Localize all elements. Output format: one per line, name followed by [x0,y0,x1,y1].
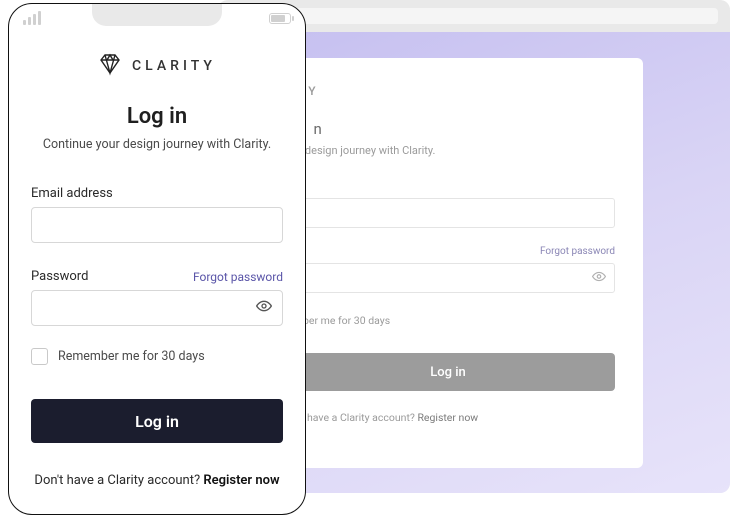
login-card: RITY Log in your design journey with Cla… [253,58,643,468]
login-button[interactable]: Log in [281,353,615,391]
battery-icon [269,13,291,24]
register-prompt: Don't have a Clarity account? [34,473,203,488]
eye-icon[interactable] [592,269,606,288]
email-label: ress [281,179,615,192]
password-label: Password [31,269,88,284]
register-link[interactable]: Register now [417,411,478,424]
password-label-row: Forgot password [281,246,615,257]
register-row: Don't have a Clarity account? Register n… [281,411,615,424]
email-input[interactable] [31,207,283,243]
address-bar[interactable] [283,8,718,24]
remember-label: Remember me for 30 days [58,349,205,364]
eye-icon[interactable] [256,298,272,318]
login-button[interactable]: Log in [31,399,283,443]
brand-name: CLARITY [132,58,216,74]
password-input[interactable] [31,290,283,326]
email-label: Email address [31,186,113,201]
page-title: Log in [281,120,615,138]
remember-checkbox[interactable] [31,348,48,365]
remember-row: ber me for 30 days [281,313,615,327]
page-subtitle: Continue your design journey with Clarit… [31,137,283,152]
password-input[interactable] [281,263,615,293]
diamond-logo-icon [98,52,122,80]
phone-device: CLARITY Log in Continue your design jour… [8,3,306,515]
brand-row: RITY [281,84,615,98]
register-row: Don't have a Clarity account? Register n… [31,473,283,488]
signal-icon [23,11,41,25]
forgot-password-link[interactable]: Forgot password [540,246,615,257]
forgot-password-link[interactable]: Forgot password [193,270,283,284]
register-link[interactable]: Register now [203,473,279,488]
page-subtitle: your design journey with Clarity. [281,144,615,157]
remember-label: ber me for 30 days [303,314,390,327]
email-input[interactable] [281,198,615,228]
page-title: Log in [31,104,283,129]
brand-row: CLARITY [31,52,283,80]
phone-notch [92,4,222,26]
remember-row: Remember me for 30 days [31,348,283,365]
